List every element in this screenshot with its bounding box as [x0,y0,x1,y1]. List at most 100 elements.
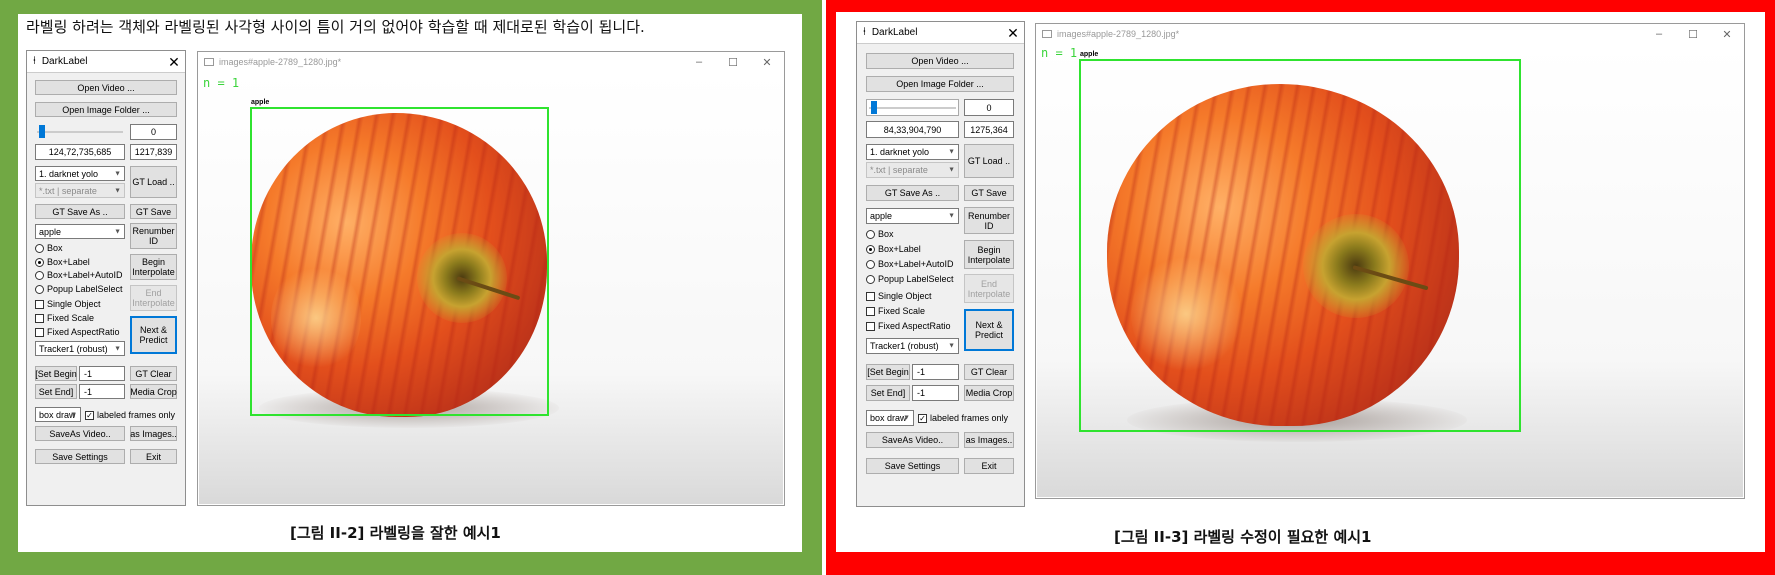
mode-box-label: Box [878,229,894,239]
format-option-select[interactable]: *.txt | separate ▼ [35,183,125,198]
set-begin-button[interactable]: [Set Begin [35,366,77,381]
next-predict-button[interactable]: Next & Predict [964,309,1014,351]
close-icon[interactable]: ✕ [750,56,784,69]
darklabel-title: DarkLabel [871,27,918,38]
maximize-icon[interactable]: ☐ [1676,28,1710,41]
single-object-label: Single Object [47,299,101,309]
end-interpolate-button[interactable]: End Interpolate [964,274,1014,303]
tracker-select[interactable]: Tracker1 (robust) ▼ [35,341,125,356]
image-canvas[interactable]: n = 1 apple [199,72,783,504]
media-crop-button[interactable]: Media Crop [130,384,177,399]
exit-button[interactable]: Exit [964,458,1014,474]
frame-number-field[interactable]: 0 [964,99,1014,116]
bbox-label: apple [1080,51,1099,58]
save-as-video-button[interactable]: SaveAs Video.. [866,432,959,448]
bounding-box[interactable] [250,107,549,416]
minimize-icon[interactable]: – [1642,28,1676,41]
label-select[interactable]: apple ▼ [35,224,125,239]
fixed-aspect-ratio-checkbox[interactable]: Fixed AspectRatio [35,327,120,337]
gt-clear-button[interactable]: GT Clear [130,366,177,381]
mode-box-label-radio[interactable]: Box+Label [35,257,90,267]
minimize-icon[interactable]: – [682,56,716,69]
format-select[interactable]: 1. darknet yolo ▼ [866,144,959,160]
set-end-button[interactable]: Set End] [35,384,77,399]
renumber-id-button[interactable]: Renumber ID [964,207,1014,234]
open-video-button[interactable]: Open Video ... [866,53,1014,69]
chevron-down-icon: ▼ [70,411,77,418]
slider-thumb[interactable] [871,101,877,114]
fixed-aspect-ratio-label: Fixed AspectRatio [47,327,120,337]
single-object-checkbox[interactable]: Single Object [866,291,932,301]
renumber-id-button[interactable]: Renumber ID [130,223,177,249]
as-images-button[interactable]: as Images.. [130,426,177,441]
as-images-button[interactable]: as Images.. [964,432,1014,448]
open-video-button[interactable]: Open Video ... [35,80,177,95]
bounding-box[interactable] [1079,59,1521,432]
set-begin-field[interactable]: -1 [912,364,959,380]
label-select-value: apple [39,226,62,237]
label-select[interactable]: apple ▼ [866,208,959,224]
mode-autoid-radio[interactable]: Box+Label+AutoID [35,270,123,280]
open-image-folder-button[interactable]: Open Image Folder ... [866,76,1014,92]
end-interpolate-button[interactable]: End Interpolate [130,285,177,311]
close-icon[interactable]: ✕ [163,52,185,72]
mode-autoid-radio[interactable]: Box+Label+AutoID [866,259,954,269]
bad-example-content: ⍿ DarkLabel ✕ Open Video ... Open Image … [836,12,1765,552]
gt-save-button[interactable]: GT Save [964,185,1014,201]
gt-load-button[interactable]: GT Load .. [964,144,1014,178]
close-icon[interactable]: ✕ [1002,23,1024,43]
object-count-label: n = 1 [203,76,240,90]
save-settings-button[interactable]: Save Settings [35,449,125,464]
gt-save-button[interactable]: GT Save [130,204,177,219]
single-object-checkbox[interactable]: Single Object [35,299,101,309]
labeled-frames-only-checkbox[interactable]: ✓ labeled frames only [918,413,1008,423]
save-settings-button[interactable]: Save Settings [866,458,959,474]
set-begin-button[interactable]: [Set Begin [866,364,910,380]
fixed-scale-checkbox[interactable]: Fixed Scale [866,306,925,316]
fixed-aspect-ratio-checkbox[interactable]: Fixed AspectRatio [866,321,951,331]
media-crop-button[interactable]: Media Crop [964,385,1014,401]
slider-thumb[interactable] [39,125,45,138]
mode-box-label-radio[interactable]: Box+Label [866,244,921,254]
gt-save-as-button[interactable]: GT Save As .. [866,185,959,201]
set-end-button[interactable]: Set End] [866,385,910,401]
checkbox-icon [866,321,875,331]
maximize-icon[interactable]: ☐ [716,56,750,69]
open-image-folder-button[interactable]: Open Image Folder ... [35,102,177,117]
frame-slider[interactable] [35,124,125,139]
window-controls: – ☐ ✕ [682,56,784,69]
begin-interpolate-button[interactable]: Begin Interpolate [130,254,177,280]
set-begin-field[interactable]: -1 [79,366,125,381]
gt-load-button[interactable]: GT Load .. [130,166,177,198]
mode-popup-radio[interactable]: Popup LabelSelect [866,274,954,284]
frame-number-field[interactable]: 0 [130,124,177,140]
close-icon[interactable]: ✕ [1710,28,1744,41]
save-as-video-button[interactable]: SaveAs Video.. [35,426,125,441]
image-size-field: 1217,839 [130,144,177,160]
mode-popup-radio[interactable]: Popup LabelSelect [35,284,123,294]
labeled-frames-only-checkbox[interactable]: ✓ labeled frames only [85,410,175,420]
format-select[interactable]: 1. darknet yolo ▼ [35,166,125,181]
format-option-select[interactable]: *.txt | separate ▼ [866,162,959,178]
image-canvas[interactable]: n = 1 apple [1037,44,1743,497]
mode-box-radio[interactable]: Box [35,243,63,253]
exit-button[interactable]: Exit [130,449,177,464]
draw-mode-select[interactable]: box draw ▼ [35,407,81,422]
gt-clear-button[interactable]: GT Clear [964,364,1014,380]
fixed-aspect-ratio-label: Fixed AspectRatio [878,321,951,331]
gt-save-as-button[interactable]: GT Save As .. [35,204,125,219]
mode-autoid-label: Box+Label+AutoID [47,270,123,280]
single-object-label: Single Object [878,291,932,301]
tracker-select[interactable]: Tracker1 (robust) ▼ [866,338,959,354]
set-end-field[interactable]: -1 [912,385,959,401]
format-option-value: *.txt | separate [870,165,928,175]
begin-interpolate-button[interactable]: Begin Interpolate [964,240,1014,269]
slider-track [869,106,956,109]
draw-mode-select[interactable]: box draw ▼ [866,410,914,426]
set-end-field[interactable]: -1 [79,384,125,399]
frame-slider[interactable] [866,99,959,116]
mode-box-radio[interactable]: Box [866,229,894,239]
object-count-label: n = 1 [1041,46,1078,60]
next-predict-button[interactable]: Next & Predict [130,316,177,354]
fixed-scale-checkbox[interactable]: Fixed Scale [35,313,94,323]
